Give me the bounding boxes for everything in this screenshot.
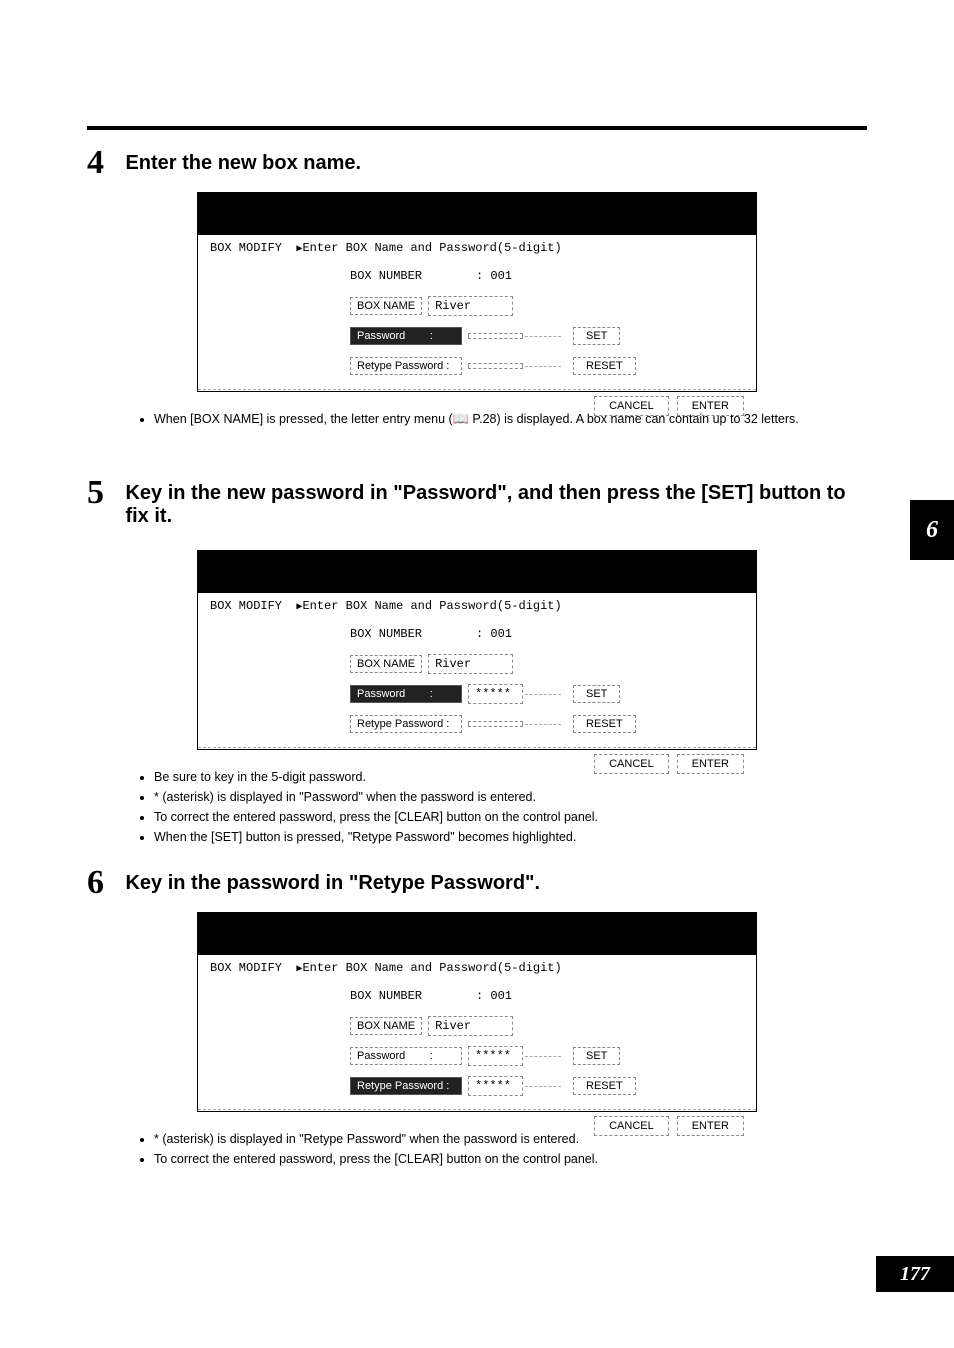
connector-line <box>525 1056 561 1057</box>
prompt-text: Enter BOX Name and Password(5-digit) <box>302 961 561 975</box>
colon: : <box>430 1050 433 1062</box>
screenshot-body: BOX MODIFY ▶Enter BOX Name and Password(… <box>198 955 756 1146</box>
book-icon: 📖 <box>453 411 469 426</box>
password-field[interactable] <box>468 333 523 339</box>
step-6: 6 Key in the password in "Retype Passwor… <box>87 864 867 902</box>
colon: : <box>446 1080 449 1092</box>
password-row: Password : SET <box>210 323 744 349</box>
prompt-row: BOX MODIFY ▶Enter BOX Name and Password(… <box>210 961 744 975</box>
password-label: Password <box>357 1050 405 1062</box>
prompt-label: BOX MODIFY <box>210 599 282 613</box>
box-number-value: : 001 <box>476 627 512 641</box>
reset-button[interactable]: RESET <box>573 357 636 375</box>
retype-field[interactable] <box>468 363 523 369</box>
set-button[interactable]: SET <box>573 327 620 345</box>
box-name-button[interactable]: BOX NAME <box>350 1017 422 1035</box>
box-name-button[interactable]: BOX NAME <box>350 297 422 315</box>
notes-step6: * (asterisk) is displayed in "Retype Pas… <box>140 1130 864 1170</box>
step-number: 5 <box>87 474 121 512</box>
prompt-text: Enter BOX Name and Password(5-digit) <box>302 599 561 613</box>
box-name-field[interactable]: River <box>428 1016 513 1036</box>
note-text: ) is displayed. A box name can contain u… <box>497 412 799 426</box>
prompt-row: BOX MODIFY ▶Enter BOX Name and Password(… <box>210 599 744 613</box>
step-5: 5 Key in the new password in "Password",… <box>87 474 867 528</box>
prompt-text: Enter BOX Name and Password(5-digit) <box>302 241 561 255</box>
screenshot-header <box>198 193 756 235</box>
password-field[interactable]: ***** <box>468 684 523 704</box>
screenshot-header <box>198 551 756 593</box>
note-item: Be sure to key in the 5-digit password. <box>154 768 864 786</box>
box-number-label: BOX NUMBER <box>350 989 422 1003</box>
prompt-label: BOX MODIFY <box>210 241 282 255</box>
colon: : <box>430 330 433 342</box>
set-button[interactable]: SET <box>573 685 620 703</box>
page-number-tab: 177 <box>876 1256 954 1292</box>
note-text: When [BOX NAME] is pressed, the letter e… <box>154 412 453 426</box>
divider <box>198 389 756 390</box>
step-number: 6 <box>87 864 121 902</box>
chapter-tab: 6 <box>910 500 954 560</box>
divider <box>198 1109 756 1110</box>
step-title: Key in the new password in "Password", a… <box>125 474 865 528</box>
box-name-field[interactable]: River <box>428 296 513 316</box>
reset-button[interactable]: RESET <box>573 715 636 733</box>
retype-label: Retype Password <box>357 1080 443 1092</box>
notes-step5: Be sure to key in the 5-digit password. … <box>140 768 864 849</box>
colon: : <box>446 360 449 372</box>
connector-line <box>525 694 561 695</box>
connector-line <box>525 1086 561 1087</box>
colon: : <box>430 688 433 700</box>
box-number-row: BOX NUMBER : 001 <box>210 263 744 289</box>
notes-step4: When [BOX NAME] is pressed, the letter e… <box>140 410 864 431</box>
password-label: Password <box>357 330 405 342</box>
box-number-label: BOX NUMBER <box>350 627 422 641</box>
password-label: Password <box>357 688 405 700</box>
connector-line <box>525 336 561 337</box>
screenshot-body: BOX MODIFY ▶Enter BOX Name and Password(… <box>198 235 756 426</box>
step-title: Enter the new box name. <box>125 144 361 175</box>
prompt-row: BOX MODIFY ▶Enter BOX Name and Password(… <box>210 241 744 255</box>
reset-button[interactable]: RESET <box>573 1077 636 1095</box>
step-title: Key in the password in "Retype Password"… <box>125 864 540 895</box>
connector-line <box>525 724 561 725</box>
step-number: 4 <box>87 144 121 182</box>
note-item: When [BOX NAME] is pressed, the letter e… <box>154 410 864 429</box>
box-number-label: BOX NUMBER <box>350 269 422 283</box>
note-item: When the [SET] button is pressed, "Retyp… <box>154 828 864 846</box>
step-4: 4 Enter the new box name. <box>87 144 867 182</box>
box-name-field[interactable]: River <box>428 654 513 674</box>
password-field[interactable]: ***** <box>468 1046 523 1066</box>
note-item: To correct the entered password, press t… <box>154 1150 864 1168</box>
box-number-value: : 001 <box>476 269 512 283</box>
note-item: * (asterisk) is displayed in "Password" … <box>154 788 864 806</box>
screenshot-header <box>198 913 756 955</box>
note-ref: P.28 <box>469 412 497 426</box>
screenshot-step5: BOX MODIFY ▶Enter BOX Name and Password(… <box>197 550 757 750</box>
note-item: * (asterisk) is displayed in "Retype Pas… <box>154 1130 864 1148</box>
colon: : <box>446 718 449 730</box>
header-rule <box>87 126 867 130</box>
box-name-row: BOX NAME River <box>210 293 744 319</box>
retype-label: Retype Password <box>357 718 443 730</box>
box-name-button[interactable]: BOX NAME <box>350 655 422 673</box>
retype-label: Retype Password <box>357 360 443 372</box>
prompt-label: BOX MODIFY <box>210 961 282 975</box>
screenshot-step4: BOX MODIFY ▶Enter BOX Name and Password(… <box>197 192 757 392</box>
set-button[interactable]: SET <box>573 1047 620 1065</box>
retype-field[interactable] <box>468 721 523 727</box>
screenshot-step6: BOX MODIFY ▶Enter BOX Name and Password(… <box>197 912 757 1112</box>
screenshot-body: BOX MODIFY ▶Enter BOX Name and Password(… <box>198 593 756 784</box>
divider <box>198 747 756 748</box>
retype-row: Retype Password : RESET <box>210 353 744 379</box>
note-item: To correct the entered password, press t… <box>154 808 864 826</box>
connector-line <box>525 366 561 367</box>
retype-field[interactable]: ***** <box>468 1076 523 1096</box>
box-number-value: : 001 <box>476 989 512 1003</box>
